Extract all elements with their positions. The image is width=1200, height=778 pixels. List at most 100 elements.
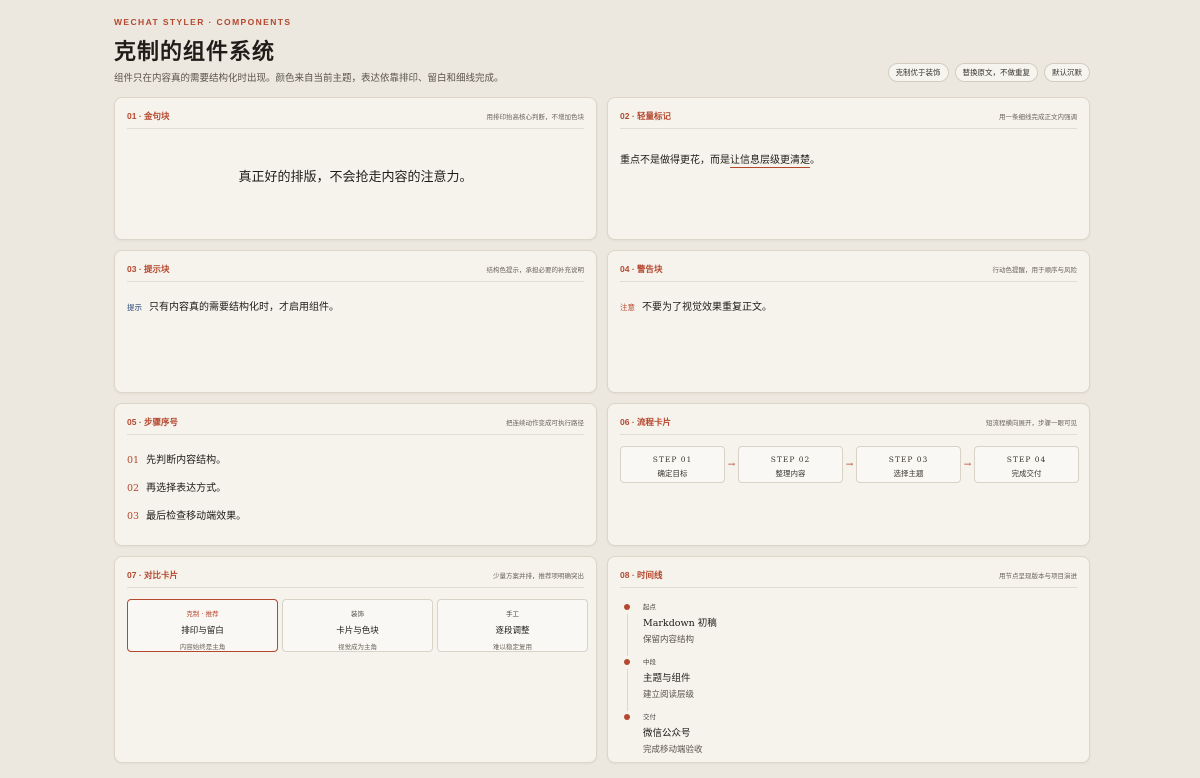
compare-tag: 手工 (506, 610, 519, 618)
warning-text: 不要为了视觉效果重复正文。 (642, 302, 772, 313)
warning-callout: 注意 不要为了视觉效果重复正文。 (620, 298, 772, 313)
card-title: 08 · 时间线 (620, 570, 663, 580)
timeline-title: Markdown 初稿 (643, 618, 717, 629)
eyebrow: WECHAT STYLER · COMPONENTS (114, 17, 292, 27)
step-number: 01 (127, 455, 140, 466)
card-header: 06 · 流程卡片 短流程横向展开，步骤一眼可见 (620, 404, 1077, 435)
timeline-stage: 起点 (643, 603, 656, 611)
mark-text-before: 重点不是做得更花，而是 (620, 155, 730, 166)
flow-step-label: 整理内容 (775, 469, 806, 478)
flow-step-card: STEP 02 整理内容 (738, 446, 843, 483)
step-list: 01 先判断内容结构。 02 再选择表达方式。 03 最后检查移动端效果。 (127, 451, 246, 535)
flow-step-number: STEP 04 (1006, 455, 1047, 464)
flow-step-card: STEP 01 确定目标 (620, 446, 725, 483)
compare-sub: 内容始终是主角 (179, 643, 226, 651)
arrow-right-icon: → (845, 459, 854, 470)
warning-tag: 注意 (620, 303, 635, 312)
card-step-numbers: 05 · 步骤序号 把连续动作变成可执行路径 01 先判断内容结构。 02 再选择表… (114, 403, 597, 546)
card-hint: 短流程横向展开，步骤一眼可见 (986, 420, 1077, 427)
compare-sub: 难以稳定复用 (493, 643, 532, 651)
flow-step-label: 完成交付 (1011, 469, 1042, 478)
pill-replace[interactable]: 替换原文，不做重复 (954, 63, 1038, 82)
card-hint: 行动色提醒，用于顺序与风险 (992, 267, 1078, 274)
card-title: 03 · 提示块 (127, 264, 170, 274)
timeline-dot-icon (624, 714, 630, 720)
card-timeline: 08 · 时间线 用节点呈现版本与项目演进 起点 Markdown 初稿 保留内… (607, 556, 1090, 763)
flow-step-number: STEP 03 (888, 455, 929, 464)
card-hint: 少量方案并排，推荐项明确突出 (493, 573, 584, 580)
timeline-title: 主题与组件 (643, 673, 691, 684)
card-title: 05 · 步骤序号 (127, 417, 179, 427)
compare-tag: 装饰 (351, 610, 364, 618)
quote-text: 真正好的排版，不会抢走内容的注意力。 (238, 170, 473, 185)
card-hint: 用一条细线完成正文内强调 (999, 114, 1077, 121)
step-text: 先判断内容结构。 (146, 455, 227, 466)
compare-option[interactable]: 手工 逐段调整 难以稳定复用 (437, 599, 588, 652)
mark-highlight: 让信息层级更清楚 (730, 155, 810, 168)
card-title: 07 · 对比卡片 (127, 570, 179, 580)
mark-text-after: 。 (810, 155, 820, 166)
card-title: 06 · 流程卡片 (620, 417, 672, 427)
tip-text: 只有内容真的需要结构化时，才启用组件。 (149, 302, 339, 313)
timeline-sub: 保留内容结构 (643, 635, 695, 645)
timeline-dot-icon (624, 604, 630, 610)
page-title: 克制的组件系统 (114, 39, 276, 65)
pill-restraint[interactable]: 克制优于装饰 (887, 63, 949, 82)
card-quote-block: 01 · 金句块 用排印抬高核心判断，不增加色块 真正好的排版，不会抢走内容的注… (114, 97, 597, 240)
card-header: 07 · 对比卡片 少量方案并排，推荐项明确突出 (127, 557, 584, 588)
card-header: 01 · 金句块 用排印抬高核心判断，不增加色块 (127, 98, 584, 129)
timeline-sub: 建立阅读层级 (643, 690, 695, 700)
compare-tag: 克制 · 推荐 (186, 610, 219, 618)
card-hint: 用节点呈现版本与项目演进 (999, 573, 1077, 580)
timeline-connector (626, 669, 628, 711)
card-tip-block: 03 · 提示块 结构色提示，承担必要的补充说明 提示 只有内容真的需要结构化时，… (114, 250, 597, 393)
flow-step-label: 确定目标 (657, 469, 688, 478)
timeline-stage: 中段 (643, 658, 656, 666)
compare-option[interactable]: 装饰 卡片与色块 视觉成为主角 (282, 599, 433, 652)
card-header: 02 · 轻量标记 用一条细线完成正文内强调 (620, 98, 1077, 129)
arrow-right-icon: → (727, 459, 736, 470)
step-text: 再选择表达方式。 (146, 483, 227, 494)
compare-row: 克制 · 推荐 排印与留白 内容始终是主角 装饰 卡片与色块 视觉成为主角 手工… (127, 599, 588, 652)
compare-title: 卡片与色块 (336, 626, 379, 636)
timeline-connector (626, 614, 628, 656)
timeline-item: 起点 Markdown 初稿 保留内容结构 (624, 601, 717, 656)
step-item: 03 最后检查移动端效果。 (127, 507, 246, 535)
step-text: 最后检查移动端效果。 (146, 511, 247, 522)
timeline-item: 交付 微信公众号 完成移动端验收 (624, 711, 717, 766)
card-warning-block: 04 · 警告块 行动色提醒，用于顺序与风险 注意 不要为了视觉效果重复正文。 (607, 250, 1090, 393)
card-light-mark: 02 · 轻量标记 用一条细线完成正文内强调 重点不是做得更花，而是让信息层级更… (607, 97, 1090, 240)
timeline-list: 起点 Markdown 初稿 保留内容结构 中段 主题与组件 建立阅读层级 交付… (624, 601, 717, 766)
card-flow-cards: 06 · 流程卡片 短流程横向展开，步骤一眼可见 STEP 01 确定目标 → … (607, 403, 1090, 546)
card-header: 05 · 步骤序号 把连续动作变成可执行路径 (127, 404, 584, 435)
tip-callout: 提示 只有内容真的需要结构化时，才启用组件。 (127, 298, 339, 313)
compare-title: 逐段调整 (495, 626, 530, 636)
arrow-right-icon: → (963, 459, 972, 470)
timeline-stage: 交付 (643, 713, 656, 721)
card-hint: 用排印抬高核心判断，不增加色块 (486, 114, 585, 121)
card-hint: 结构色提示，承担必要的补充说明 (486, 267, 585, 274)
flow-step-card: STEP 04 完成交付 (974, 446, 1079, 483)
principle-pills: 克制优于装饰 替换原文，不做重复 默认沉默 (887, 63, 1090, 82)
step-item: 01 先判断内容结构。 (127, 451, 246, 479)
card-header: 03 · 提示块 结构色提示，承担必要的补充说明 (127, 251, 584, 282)
card-header: 04 · 警告块 行动色提醒，用于顺序与风险 (620, 251, 1077, 282)
flow-step-label: 选择主题 (893, 469, 924, 478)
timeline-sub: 完成移动端验收 (643, 745, 703, 755)
card-hint: 把连续动作变成可执行路径 (506, 420, 584, 427)
compare-option-recommended[interactable]: 克制 · 推荐 排印与留白 内容始终是主角 (127, 599, 278, 652)
timeline-title: 微信公众号 (643, 728, 691, 739)
page-subtitle: 组件只在内容真的需要结构化时出现。颜色来自当前主题，表达依靠排印、留白和细线完成… (114, 73, 504, 84)
step-number: 02 (127, 483, 140, 494)
card-compare-cards: 07 · 对比卡片 少量方案并排，推荐项明确突出 克制 · 推荐 排印与留白 内… (114, 556, 597, 763)
tip-tag: 提示 (127, 303, 142, 312)
flow-step-number: STEP 01 (652, 455, 693, 464)
compare-sub: 视觉成为主角 (338, 643, 377, 651)
step-number: 03 (127, 511, 140, 522)
timeline-dot-icon (624, 659, 630, 665)
flow-step-card: STEP 03 选择主题 (856, 446, 961, 483)
step-item: 02 再选择表达方式。 (127, 479, 246, 507)
pill-silent[interactable]: 默认沉默 (1044, 63, 1090, 82)
timeline-item: 中段 主题与组件 建立阅读层级 (624, 656, 717, 711)
card-title: 04 · 警告块 (620, 264, 663, 274)
